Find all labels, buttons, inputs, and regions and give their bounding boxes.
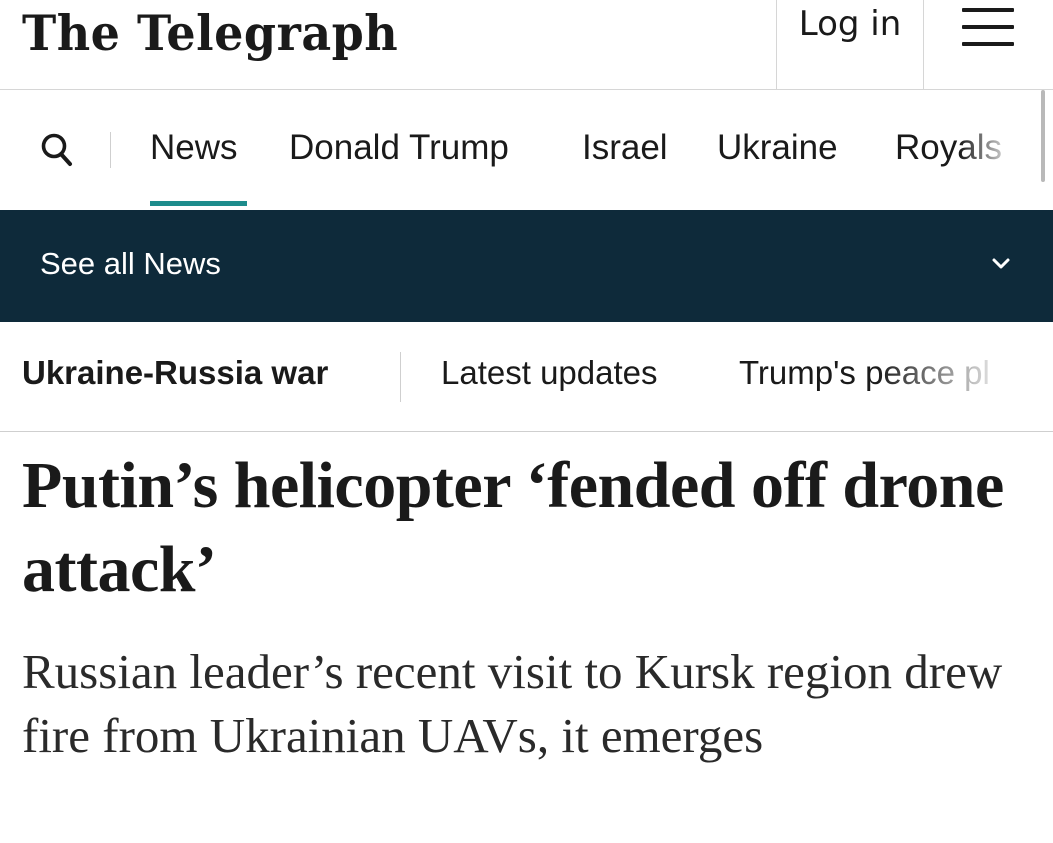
chevron-down-icon[interactable] [988, 254, 1014, 274]
hamburger-menu-icon[interactable] [962, 8, 1014, 48]
menu-bar [962, 25, 1014, 29]
topic-title-ukraine-russia-war[interactable]: Ukraine-Russia war [22, 354, 328, 392]
topic-divider [400, 352, 401, 402]
nav-divider [110, 132, 111, 168]
nav-item-royals[interactable]: Royals [895, 128, 1002, 168]
menu-bar [962, 42, 1014, 46]
login-button[interactable]: Log in [776, 0, 924, 90]
active-tab-indicator [150, 201, 247, 206]
login-label: Log in [798, 4, 902, 44]
topic-link-trumps-peace-plan[interactable]: Trump's peace pl [739, 354, 990, 392]
nav-item-israel[interactable]: Israel [582, 128, 668, 168]
article-headline: Putin’s helicopter ‘fended off drone att… [22, 449, 1004, 606]
telegraph-logo[interactable]: The Telegraph [22, 5, 398, 62]
topic-link-latest-updates[interactable]: Latest updates [441, 354, 658, 392]
article-standfirst: Russian leader’s recent visit to Kursk r… [22, 644, 1003, 763]
nav-item-donald-trump[interactable]: Donald Trump [289, 128, 509, 168]
scroll-indicator [1041, 90, 1045, 182]
menu-bar [962, 8, 1014, 12]
masthead: The Telegraph Log in [0, 0, 1053, 90]
see-all-news-label: See all News [40, 246, 221, 281]
topic-nav: Ukraine-Russia war Latest updates Trump'… [0, 322, 1053, 432]
primary-nav: News Donald Trump Israel Ukraine Royals [0, 90, 1053, 210]
nav-item-ukraine[interactable]: Ukraine [717, 128, 838, 168]
see-all-news-bar[interactable]: See all News [0, 210, 1053, 322]
search-icon[interactable] [40, 132, 74, 168]
nav-item-news[interactable]: News [150, 128, 238, 168]
